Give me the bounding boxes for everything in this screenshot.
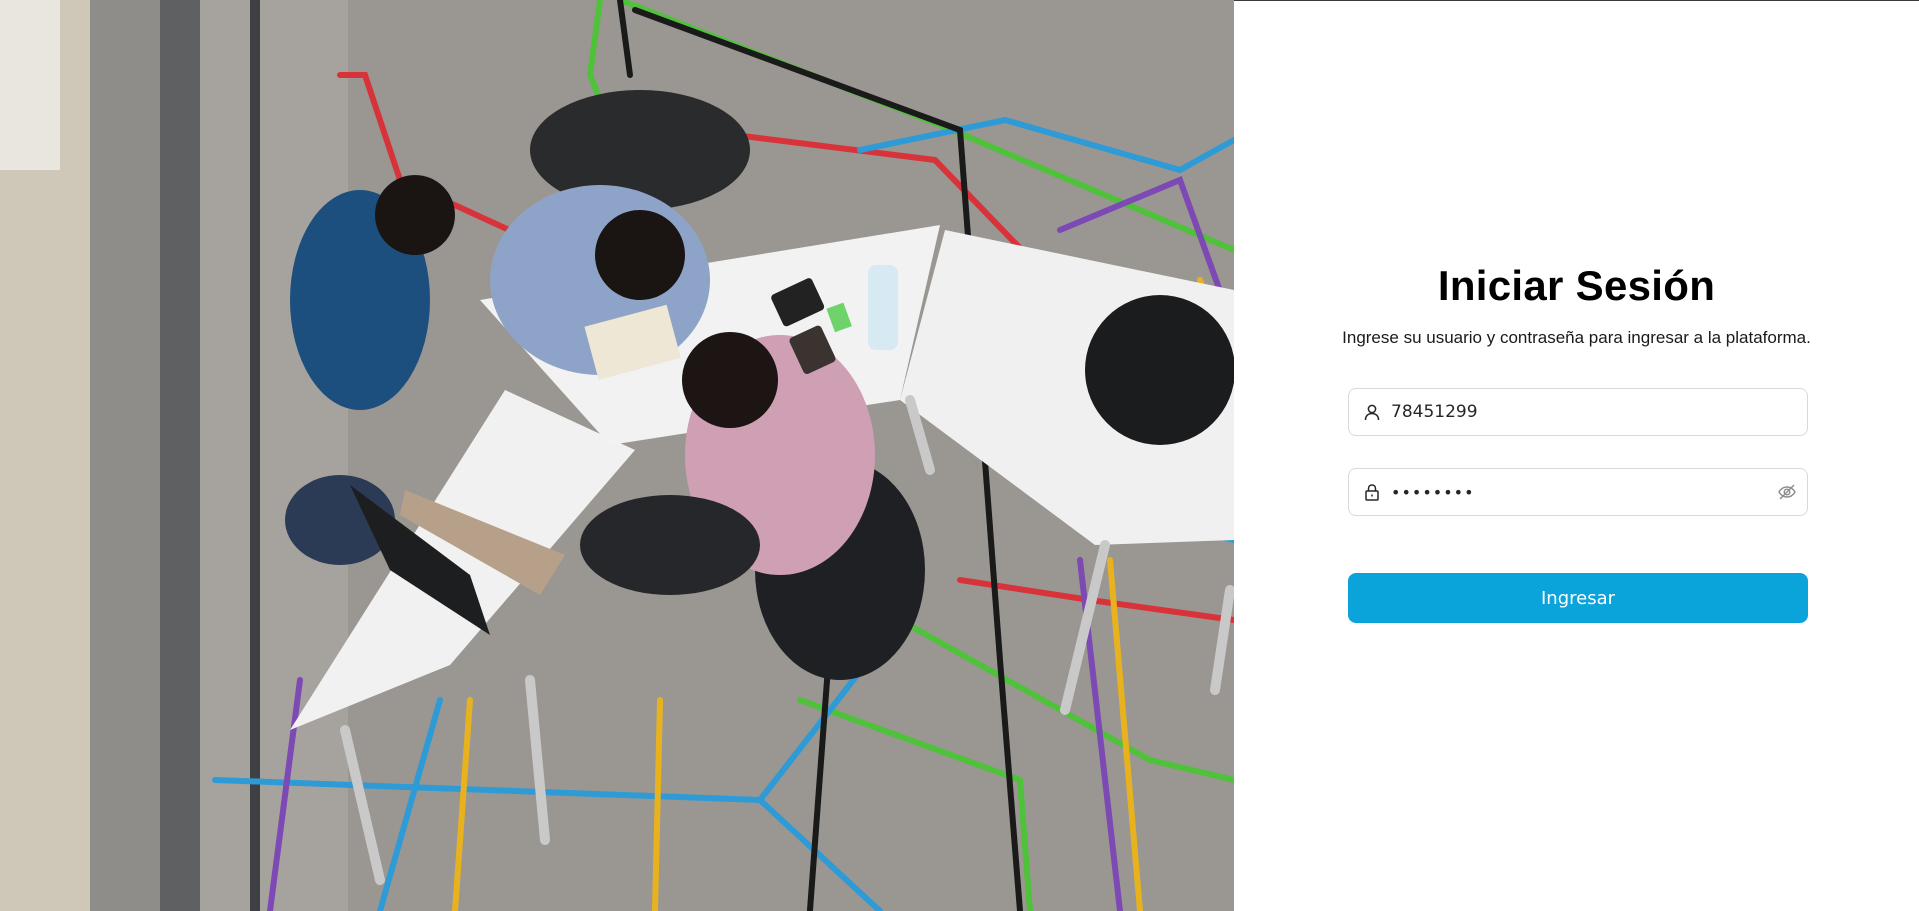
page-title: Iniciar Sesión	[1437, 262, 1716, 309]
username-field[interactable]	[1348, 388, 1808, 436]
login-panel: Iniciar Sesión Ingrese su usuario y cont…	[1234, 0, 1919, 911]
user-icon	[1349, 403, 1391, 421]
username-input[interactable]	[1391, 392, 1807, 432]
login-subtitle: Ingrese su usuario y contraseña para ing…	[1342, 328, 1811, 347]
password-input[interactable]	[1391, 472, 1767, 512]
login-header: Iniciar Sesión Ingrese su usuario y cont…	[1234, 259, 1919, 349]
login-page: Iniciar Sesión Ingrese su usuario y cont…	[0, 0, 1919, 911]
hero-photo	[0, 0, 1234, 911]
lock-icon	[1349, 483, 1391, 501]
hero-image	[0, 0, 1234, 911]
login-submit-button[interactable]: Ingresar	[1348, 573, 1808, 623]
eye-invisible-icon[interactable]	[1767, 482, 1807, 502]
password-field[interactable]	[1348, 468, 1808, 516]
